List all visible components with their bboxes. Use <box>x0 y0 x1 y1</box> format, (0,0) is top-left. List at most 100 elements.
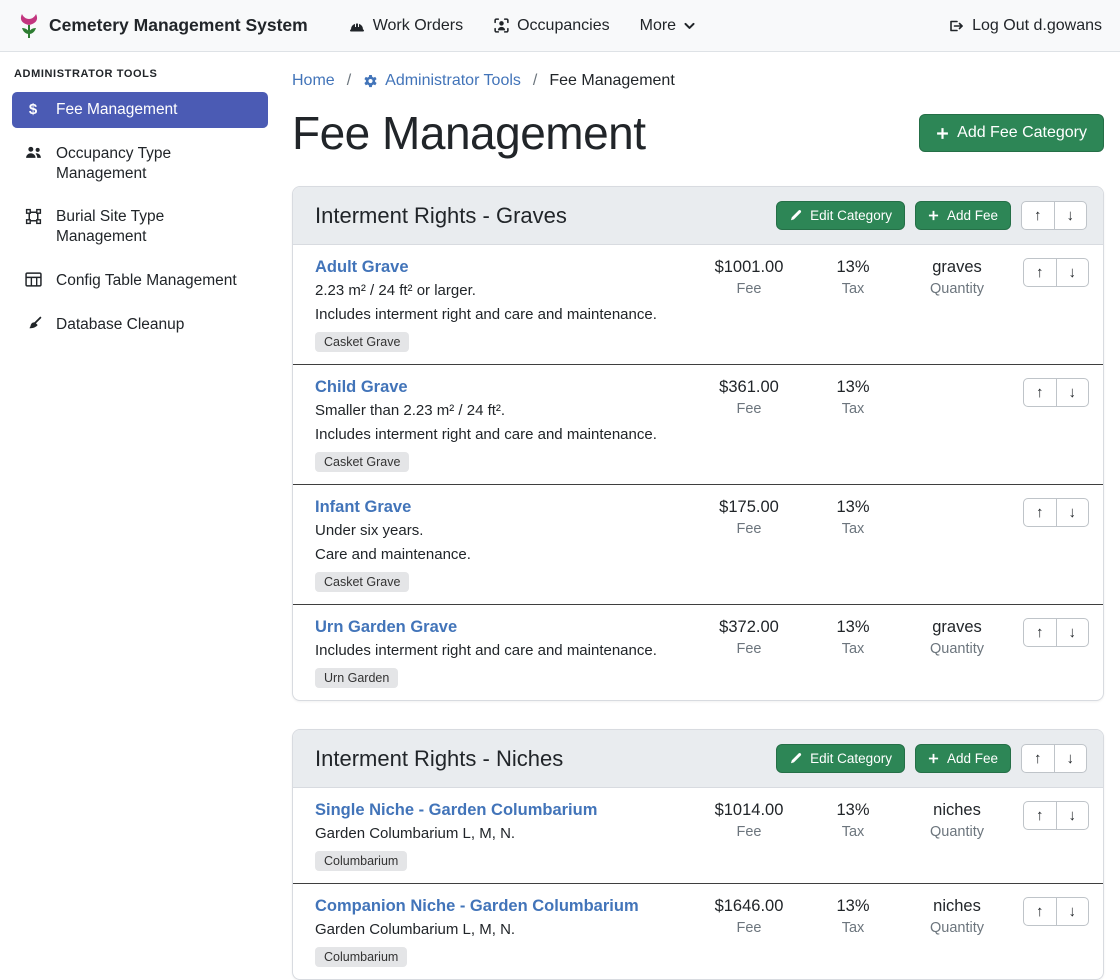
nav-work-orders[interactable]: Work Orders <box>348 17 463 35</box>
sidebar-item-database-cleanup[interactable]: Database Cleanup <box>12 307 268 343</box>
arrow-down-icon: ↓ <box>1069 384 1077 401</box>
fee-amount: $1646.00 <box>697 897 801 916</box>
app-brand[interactable]: Cemetery Management System <box>18 12 308 40</box>
dollar-icon: $ <box>23 101 43 119</box>
nav-more-label: More <box>640 17 676 35</box>
sidebar-item-config-table-management[interactable]: Config Table Management <box>12 263 268 299</box>
breadcrumb-admin-tools-link[interactable]: Administrator Tools <box>363 72 521 90</box>
fee-amount-label: Fee <box>697 920 801 936</box>
arrow-down-icon: ↓ <box>1067 207 1075 224</box>
fee-reorder-group: ↑ ↓ <box>1023 498 1089 527</box>
fee-info: Adult Grave 2.23 m² / 24 ft² or larger.I… <box>315 258 697 352</box>
move-category-up-button[interactable]: ↑ <box>1021 744 1055 773</box>
move-category-up-button[interactable]: ↑ <box>1021 201 1055 230</box>
fee-row: Urn Garden Grave Includes interment righ… <box>293 604 1103 700</box>
person-frame-icon <box>493 17 510 34</box>
logout-label: Log Out d.gowans <box>972 17 1102 35</box>
breadcrumb-home-link[interactable]: Home <box>292 72 335 90</box>
move-fee-up-button[interactable]: ↑ <box>1023 258 1057 287</box>
logout-icon <box>946 18 964 34</box>
people-icon <box>23 145 43 160</box>
move-fee-up-button[interactable]: ↑ <box>1023 897 1057 926</box>
page-title: Fee Management <box>292 106 646 160</box>
fee-quantity: graves <box>905 258 1009 277</box>
fee-badge: Casket Grave <box>315 572 409 592</box>
sidebar-item-fee-management[interactable]: $ Fee Management <box>12 92 268 128</box>
fee-name[interactable]: Urn Garden Grave <box>315 618 687 637</box>
fee-category-card: Interment Rights - Niches Edit Category … <box>292 729 1104 980</box>
move-fee-down-button[interactable]: ↓ <box>1056 897 1090 926</box>
nav-occupancies[interactable]: Occupancies <box>493 17 610 35</box>
pencil-icon <box>789 752 802 765</box>
arrow-down-icon: ↓ <box>1069 624 1077 641</box>
logout-button[interactable]: Log Out d.gowans <box>946 17 1102 35</box>
add-fee-button-label: Add Fee <box>947 751 998 766</box>
fee-tax: 13% <box>801 801 905 820</box>
fee-description: Garden Columbarium L, M, N. <box>315 921 687 938</box>
fee-quantity-column: graves Quantity <box>905 618 1009 657</box>
main-content: Home / Administrator Tools / Fee Managem… <box>280 52 1120 939</box>
edit-category-button-label: Edit Category <box>810 208 892 223</box>
nav-work-orders-label: Work Orders <box>373 17 463 35</box>
fee-quantity-column <box>905 378 1009 382</box>
arrow-down-icon: ↓ <box>1069 807 1077 824</box>
fee-quantity: niches <box>905 801 1009 820</box>
move-fee-up-button[interactable]: ↑ <box>1023 801 1057 830</box>
move-category-down-button[interactable]: ↓ <box>1054 201 1088 230</box>
fee-badge: Columbarium <box>315 947 407 967</box>
move-fee-down-button[interactable]: ↓ <box>1056 378 1090 407</box>
fee-quantity-column: niches Quantity <box>905 897 1009 936</box>
category-title: Interment Rights - Graves <box>315 203 567 229</box>
nav-more[interactable]: More <box>640 17 696 35</box>
fee-amount-column: $175.00 Fee <box>697 498 801 537</box>
category-header: Interment Rights - Niches Edit Category … <box>293 730 1103 788</box>
fee-quantity-column <box>905 498 1009 502</box>
tulip-logo-icon <box>18 12 40 40</box>
fee-quantity: graves <box>905 618 1009 637</box>
fee-descriptions: Includes interment right and care and ma… <box>315 642 687 659</box>
sidebar-item-occupancy-type-management[interactable]: Occupancy Type Management <box>12 136 268 192</box>
gear-icon <box>363 74 378 89</box>
move-fee-down-button[interactable]: ↓ <box>1056 618 1090 647</box>
edit-category-button[interactable]: Edit Category <box>776 744 905 773</box>
fee-descriptions: Garden Columbarium L, M, N. <box>315 825 687 842</box>
fee-amount-label: Fee <box>697 401 801 417</box>
sidebar-item-burial-site-type-management[interactable]: Burial Site Type Management <box>12 199 268 255</box>
breadcrumb-admin-tools-label: Administrator Tools <box>385 72 521 90</box>
fee-tax-label: Tax <box>801 920 905 936</box>
fee-name[interactable]: Infant Grave <box>315 498 687 517</box>
fee-name[interactable]: Single Niche - Garden Columbarium <box>315 801 687 820</box>
add-fee-button[interactable]: Add Fee <box>915 744 1011 773</box>
fee-row: Adult Grave 2.23 m² / 24 ft² or larger.I… <box>293 245 1103 364</box>
fee-name[interactable]: Companion Niche - Garden Columbarium <box>315 897 687 916</box>
fee-quantity-column: niches Quantity <box>905 801 1009 840</box>
category-reorder-group: ↑ ↓ <box>1021 744 1087 773</box>
fee-tax: 13% <box>801 378 905 397</box>
move-fee-down-button[interactable]: ↓ <box>1056 498 1090 527</box>
move-category-down-button[interactable]: ↓ <box>1054 744 1088 773</box>
fee-quantity-label: Quantity <box>905 281 1009 297</box>
fee-name[interactable]: Adult Grave <box>315 258 687 277</box>
fee-quantity-label: Quantity <box>905 920 1009 936</box>
move-fee-down-button[interactable]: ↓ <box>1056 801 1090 830</box>
fee-badge: Casket Grave <box>315 452 409 472</box>
add-fee-category-button[interactable]: Add Fee Category <box>919 114 1104 152</box>
move-fee-up-button[interactable]: ↑ <box>1023 618 1057 647</box>
fee-descriptions: Garden Columbarium L, M, N. <box>315 921 687 938</box>
arrow-down-icon: ↓ <box>1069 264 1077 281</box>
categories: Interment Rights - Graves Edit Category … <box>292 186 1104 980</box>
fee-tax-column: 13% Tax <box>801 258 905 297</box>
edit-category-button[interactable]: Edit Category <box>776 201 905 230</box>
breadcrumb-current: Fee Management <box>549 72 674 90</box>
fee-description: Includes interment right and care and ma… <box>315 306 687 323</box>
move-fee-down-button[interactable]: ↓ <box>1056 258 1090 287</box>
add-fee-category-label: Add Fee Category <box>957 124 1087 142</box>
add-fee-button[interactable]: Add Fee <box>915 201 1011 230</box>
plus-icon <box>928 753 939 764</box>
sidebar-item-label: Config Table Management <box>56 271 237 291</box>
fee-name[interactable]: Child Grave <box>315 378 687 397</box>
move-fee-up-button[interactable]: ↑ <box>1023 498 1057 527</box>
fee-descriptions: 2.23 m² / 24 ft² or larger.Includes inte… <box>315 282 687 323</box>
arrow-up-icon: ↑ <box>1036 264 1044 281</box>
move-fee-up-button[interactable]: ↑ <box>1023 378 1057 407</box>
